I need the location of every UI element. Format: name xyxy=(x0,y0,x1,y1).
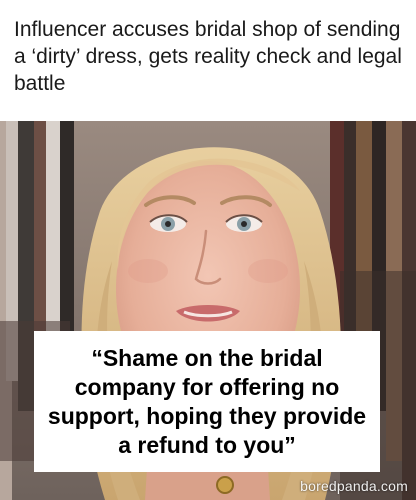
blush-left xyxy=(128,259,168,283)
quote-box: “Shame on the bridal company for offerin… xyxy=(34,331,380,472)
quote-text: “Shame on the bridal company for offerin… xyxy=(47,344,367,458)
watermark: boredpanda.com xyxy=(300,478,408,494)
pendant-icon xyxy=(216,476,234,494)
blush-right xyxy=(248,259,288,283)
eye-right xyxy=(225,214,263,232)
headline: Influencer accuses bridal shop of sendin… xyxy=(14,18,402,95)
meme-card: Influencer accuses bridal shop of sendin… xyxy=(0,0,416,500)
